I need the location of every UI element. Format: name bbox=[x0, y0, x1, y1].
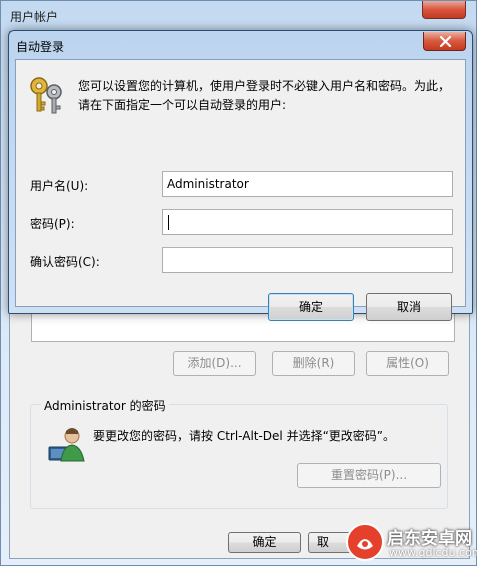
password-label: 密码(P): bbox=[30, 217, 75, 231]
confirm-password-field[interactable] bbox=[162, 247, 453, 273]
password-field[interactable] bbox=[162, 209, 453, 235]
auto-logon-description: 您可以设置您的计算机，使用户登录时不必键入用户名和密码。为此， 请在下面指定一个… bbox=[78, 77, 458, 115]
auto-logon-ok-button[interactable]: 确定 bbox=[268, 293, 354, 321]
change-password-instructions: 要更改您的密码，请按 Ctrl-Alt-Del 并选择“更改密码”。 bbox=[93, 429, 396, 443]
user-keyboard-icon bbox=[48, 428, 85, 462]
user-accounts-titlebar[interactable]: 用户帐户 bbox=[1, 1, 476, 31]
password-group: Administrator 的密码 要更改您的密码，请按 Ctrl-Alt-De… bbox=[30, 397, 448, 509]
auto-logon-title: 自动登录 bbox=[16, 40, 65, 54]
confirm-password-label: 确认密码(C): bbox=[30, 255, 100, 269]
watermark-url: www.qdlcdu.com bbox=[389, 546, 477, 559]
keys-icon bbox=[30, 77, 62, 114]
user-accounts-title: 用户帐户 bbox=[10, 10, 59, 24]
user-accounts-close-button[interactable] bbox=[422, 1, 466, 19]
user-accounts-ok-button[interactable]: 确定 bbox=[228, 532, 301, 553]
description-line-2: 请在下面指定一个可以自动登录的用户: bbox=[78, 98, 287, 112]
text-caret bbox=[168, 215, 169, 230]
auto-logon-cancel-button[interactable]: 取消 bbox=[366, 293, 452, 321]
username-label: 用户名(U): bbox=[30, 179, 89, 193]
description-line-1: 您可以设置您的计算机，使用户登录时不必键入用户名和密码。为此， bbox=[78, 79, 451, 93]
properties-button[interactable]: 属性(O) bbox=[366, 351, 449, 376]
reset-password-button[interactable]: 重置密码(P)... bbox=[297, 463, 441, 488]
watermark-logo-icon bbox=[346, 523, 384, 561]
close-icon bbox=[439, 36, 452, 47]
username-field[interactable]: Administrator bbox=[162, 171, 453, 197]
password-group-label: Administrator 的密码 bbox=[41, 397, 169, 414]
watermark: 启东安卓网 www.qdlcdu.com bbox=[345, 520, 477, 564]
remove-user-button[interactable]: 删除(R) bbox=[272, 351, 355, 376]
add-user-button[interactable]: 添加(D)... bbox=[173, 351, 256, 376]
auto-logon-body: 您可以设置您的计算机，使用户登录时不必键入用户名和密码。为此， 请在下面指定一个… bbox=[15, 59, 466, 321]
auto-logon-dialog: 自动登录 您可以设置您的计算机，使用户登录时不必键入用户名和密码。为此， 请在下… bbox=[8, 30, 473, 321]
auto-logon-close-button[interactable] bbox=[423, 32, 466, 51]
